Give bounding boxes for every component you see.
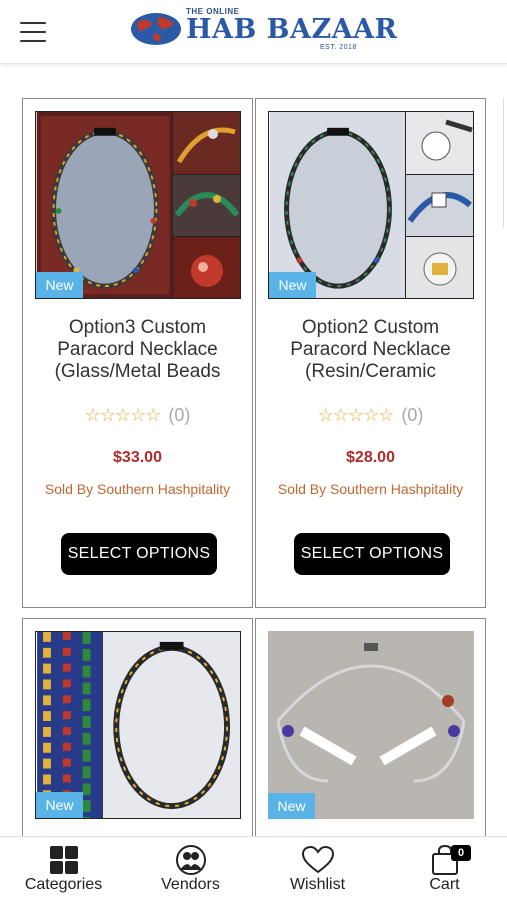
star-rating-icon: ☆☆☆☆☆ [84,405,162,425]
tab-label: Categories [24,876,103,893]
product-title[interactable]: Option3 Custom Paracord Necklace (Glass/… [29,317,246,383]
necklace-detail-photo [172,174,240,237]
hamburger-icon[interactable] [18,20,48,44]
product-rating: ☆☆☆☆☆ (0) [256,405,485,426]
tab-label: Cart [429,876,460,893]
logo-name: HAB BAZAAR [186,14,398,45]
tab-cart[interactable]: 0 Cart [381,843,507,899]
product-image[interactable]: New [35,111,241,299]
grid-icon [49,846,78,874]
new-badge: New [268,793,315,819]
tab-vendors[interactable]: Vendors [127,843,254,899]
select-options-button[interactable]: SELECT OPTIONS [294,533,450,575]
necklace-photo [37,632,240,818]
product-card[interactable]: New Option2 Custom Paracord Necklace (Re… [255,98,486,608]
tab-label: Vendors [161,876,220,893]
bottom-tab-bar: Categories Vendors Wishlist 0 Cart [0,836,507,900]
product-price: $28.00 [346,449,395,466]
necklace-photo [36,112,174,298]
product-card[interactable]: New Option3 Custom Paracord Necklace (Gl… [22,98,253,608]
necklace-photo [268,631,474,819]
product-price: $33.00 [113,449,162,466]
new-badge: New [36,272,83,298]
necklace-detail-photo [172,112,240,174]
new-badge: New [36,792,83,818]
vendors-icon [175,845,206,875]
scroll-edge [503,98,507,228]
necklace-photo [269,112,407,298]
heart-icon [301,845,334,874]
product-title[interactable]: Option2 Custom Paracord Necklace (Resin/… [262,317,479,383]
tab-wishlist[interactable]: Wishlist [254,843,381,899]
product-image[interactable]: New [268,111,474,299]
vendor-link[interactable]: Sold By Southern Hashpitality [23,481,252,497]
product-rating: ☆☆☆☆☆ (0) [23,405,252,426]
new-badge: New [269,272,316,298]
select-options-button[interactable]: SELECT OPTIONS [61,533,217,575]
necklace-detail-photo [405,174,473,237]
top-header: THE ONLINE HAB BAZAAR EST. 2018 [0,0,507,64]
tab-categories[interactable]: Categories [0,843,127,899]
necklace-detail-photo [405,112,473,174]
cart-count-badge: 0 [451,845,471,861]
logo-est: EST. 2018 [320,44,357,51]
product-image[interactable]: New [35,631,241,819]
star-rating-icon: ☆☆☆☆☆ [317,405,395,425]
rating-count: (0) [168,405,191,425]
globe-logo-icon [131,13,181,45]
site-logo[interactable]: THE ONLINE HAB BAZAAR EST. 2018 [130,6,397,56]
rating-count: (0) [401,405,424,425]
vendor-link[interactable]: Sold By Southern Hashpitality [256,481,485,497]
necklace-detail-photo [405,236,473,298]
necklace-detail-photo [172,236,240,298]
tab-label: Wishlist [289,876,346,893]
product-image[interactable]: New [268,631,474,819]
app-screen: THE ONLINE HAB BAZAAR EST. 2018 New Opti… [0,0,507,900]
